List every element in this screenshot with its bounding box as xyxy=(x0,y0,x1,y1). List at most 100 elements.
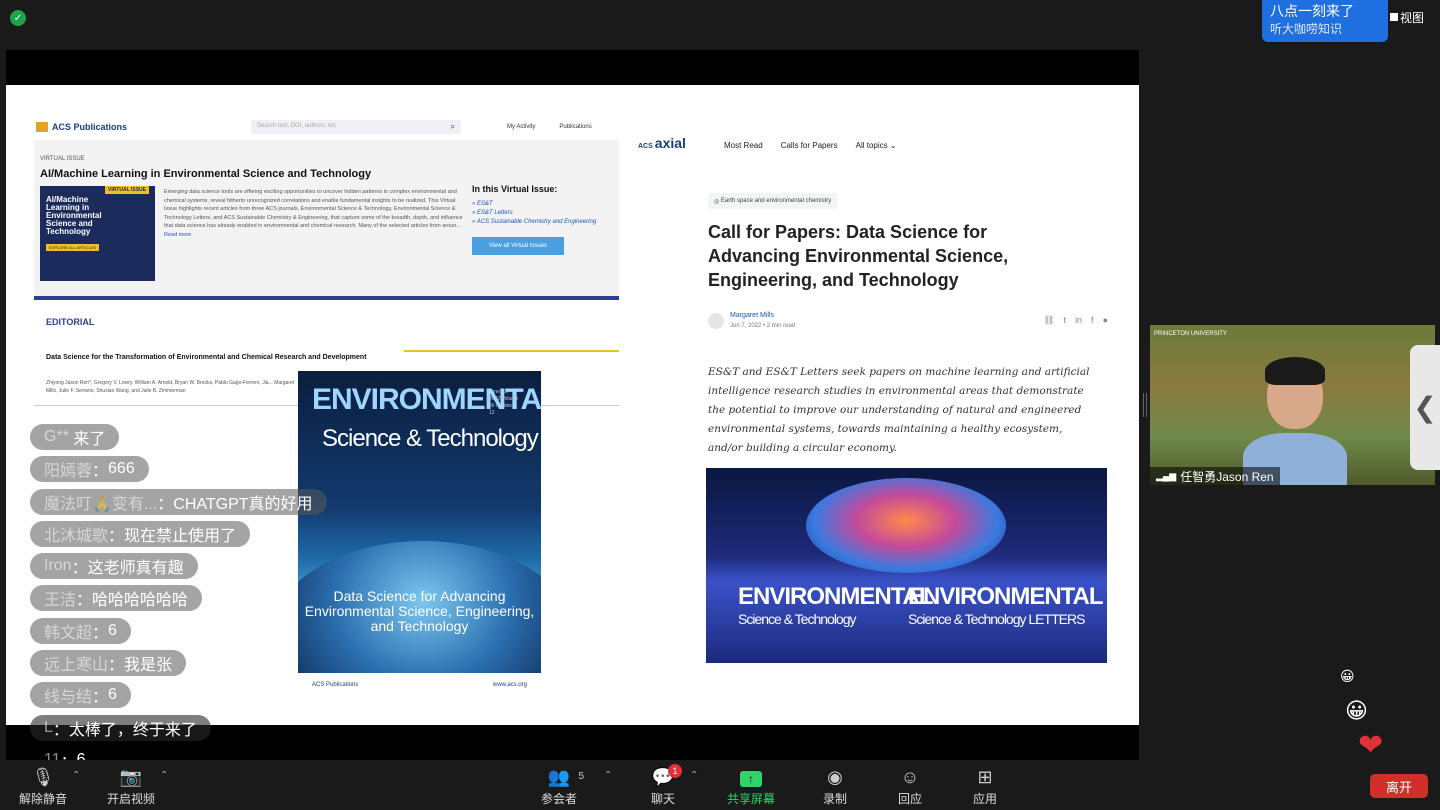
video-watermark: PRINCETON UNIVERSITY xyxy=(1154,331,1227,337)
speaker-video-tile[interactable]: PRINCETON UNIVERSITY ▂▄▆ 任智勇Jason Ren xyxy=(1150,325,1435,485)
reactions-button[interactable]: ☺ 回应 xyxy=(875,766,945,807)
vi-link-est: » ES&T xyxy=(472,201,493,207)
view-button[interactable]: 视图 xyxy=(1390,8,1434,26)
acs-hexagon-icon xyxy=(36,122,48,133)
audio-options-caret[interactable]: ⌃ xyxy=(72,770,80,781)
participants-icon: 👥 5 xyxy=(547,767,584,787)
vi-cover-badge: VIRTUAL ISSUE xyxy=(105,186,149,194)
chat-message: L：太棒了，终于来了 xyxy=(30,714,211,741)
chevron-left-icon: ❮ xyxy=(1413,392,1437,423)
emoji-reaction: 😀 xyxy=(1340,668,1355,684)
vi-kicker: VIRTUAL ISSUE xyxy=(40,156,85,162)
emoji-reaction: 😀 xyxy=(1345,698,1368,723)
chat-message: 魔法叮🙏变有...： CHATGPT真的好用 xyxy=(30,488,327,515)
resize-handle[interactable] xyxy=(1143,393,1147,417)
reddit-icon: ● xyxy=(1102,315,1108,325)
search-icon: ⌕ xyxy=(450,122,456,131)
brain-illustration xyxy=(806,478,1006,573)
view-all-virtual-issues-button: View all Virtual Issues xyxy=(472,237,564,255)
vi-side-heading: In this Virtual Issue: xyxy=(472,184,558,194)
read-more-link: Read more xyxy=(164,231,192,238)
chat-message: 远上寒山：我是张 xyxy=(30,650,187,677)
nav-most-read: Most Read xyxy=(724,141,763,150)
banner-est-logo: ENVIRONMENTAL Science & Technology xyxy=(738,583,934,628)
author-avatar xyxy=(708,313,724,329)
divider xyxy=(404,350,619,352)
camera-off-icon: 📷 xyxy=(119,767,143,787)
participants-options-caret[interactable]: ⌃ xyxy=(604,770,612,781)
apps-button[interactable]: ⊞ 应用 xyxy=(950,766,1020,807)
microphone-muted-icon: 🎙 xyxy=(31,767,55,787)
vi-title: AI/Machine Learning in Environmental Sci… xyxy=(40,168,372,180)
chat-message: 北沐城歌：现在禁止使用了 xyxy=(30,520,251,547)
acs-nav-publications: Publications xyxy=(559,124,592,130)
video-options-caret[interactable]: ⌃ xyxy=(160,770,168,781)
share-icons: ⛓ t in f ● xyxy=(1043,315,1108,326)
leave-button[interactable]: 离开 xyxy=(1370,774,1428,798)
grid-view-icon xyxy=(1390,13,1398,21)
chat-bubble-icon: 💬 1 xyxy=(628,764,698,788)
vi-link-est-letters: » ES&T Letters xyxy=(472,210,513,216)
record-icon: ◉ xyxy=(827,767,843,787)
meeting-banner: 八点一刻来了 听大咖唠知识 xyxy=(1262,0,1388,42)
chat-options-caret[interactable]: ⌃ xyxy=(690,770,698,781)
shield-check-icon[interactable]: ✓ xyxy=(10,10,26,26)
article-body: ES&T and ES&T Letters seek papers on mac… xyxy=(708,366,1090,454)
view-label: 视图 xyxy=(1400,10,1425,25)
editorial-label: EDITORIAL xyxy=(46,317,95,327)
heart-reaction-icon: ❤ xyxy=(1358,729,1384,762)
article-authors: Zhiyong Jason Ren*, Gregory V. Lowry, Wi… xyxy=(46,380,295,394)
nav-calls-for-papers: Calls for Papers xyxy=(780,141,838,150)
topic-chip: ◎ Earth space and environmental chemistr… xyxy=(708,193,838,209)
chat-button[interactable]: 💬 1 聊天 xyxy=(628,764,698,807)
axial-logo: ACS axial xyxy=(638,135,686,151)
banner-estl-logo: ENVIRONMENTAL Science & Technology LETTER… xyxy=(908,583,1104,628)
acs-nav-activity: My Activity xyxy=(507,124,536,130)
vi-cover-title: AI/Machine Learning in Environmental Sci… xyxy=(46,195,102,236)
nav-all-topics: All topics ⌄ xyxy=(855,141,897,150)
vi-description: Emerging data science tools are offering… xyxy=(164,189,463,238)
acs-logo: ACS Publications xyxy=(36,122,127,133)
link-icon: ⛓ xyxy=(1043,315,1055,325)
apps-icon: ⊞ xyxy=(977,767,993,787)
vi-link-acs-sustainable: » ACS Sustainable Chemistry and Engineer… xyxy=(472,219,597,225)
participants-button[interactable]: 👥 5 参会者 xyxy=(524,766,594,807)
acs-search-input: Search text, DOI, authors, etc. ⌕ xyxy=(251,120,462,134)
chat-message: 线与结： 6 xyxy=(30,682,131,709)
chat-message: Iron：这老师真有趣 xyxy=(30,553,198,580)
record-button[interactable]: ◉ 录制 xyxy=(800,766,870,807)
vi-sidebar: In this Virtual Issue: » ES&T » ES&T Let… xyxy=(472,184,612,255)
signal-bars-icon: ▂▄▆ xyxy=(1156,470,1177,481)
chat-badge: 1 xyxy=(668,764,682,778)
chat-overlay: G** 来了 阳嫣蓉： 666 魔法叮🙏变有...： CHATGPT真的好用 北沐城… xyxy=(30,424,360,810)
acs-header: ACS Publications Search text, DOI, autho… xyxy=(36,113,621,141)
chat-message: 王洁：哈哈哈哈哈哈 xyxy=(30,585,203,612)
cover-footer-url: www.acs.org xyxy=(492,682,527,688)
vi-cover-image: VIRTUAL ISSUE AI/Machine Learning in Env… xyxy=(40,186,155,281)
facebook-icon: f xyxy=(1091,315,1094,325)
banner-line-1: 八点一刻来了 xyxy=(1270,3,1354,19)
chat-message: 韩文超： 6 xyxy=(30,617,131,644)
collapse-panel-button[interactable]: ❮ xyxy=(1410,345,1440,470)
smiley-add-icon: ☺ xyxy=(900,767,920,787)
author-row: Margaret Mills Jun 7, 2022 • 2 min read … xyxy=(708,309,1108,335)
journals-banner-image: ENVIRONMENTAL Science & Technology ENVIRO… xyxy=(706,468,1107,663)
start-video-button[interactable]: 📷 开启视频 xyxy=(96,766,166,807)
banner-line-2: 听大咖唠知识 xyxy=(1270,22,1343,36)
meeting-toolbar: 🎙 解除静音 ⌃ 📷 开启视频 ⌃ 👥 5 参会者 ⌃ 💬 1 聊天 ⌃ ↑ 共享屏… xyxy=(0,760,1440,810)
author-name: Margaret Mills xyxy=(730,312,774,319)
publish-date: Jun 7, 2022 • 2 min read xyxy=(730,323,796,329)
speaker-name: 任智勇Jason Ren xyxy=(1180,469,1274,484)
share-screen-button[interactable]: ↑ 共享屏幕 xyxy=(716,766,786,807)
cover-issue-info: June 21, 2022 Volume 56 Number 12 xyxy=(489,389,519,416)
chat-message: G** 来了 xyxy=(30,424,120,450)
speaker-nameplate: ▂▄▆ 任智勇Jason Ren xyxy=(1150,467,1280,485)
unmute-button[interactable]: 🎙 解除静音 xyxy=(8,766,78,807)
axial-nav: Most Read Calls for Papers All topics ⌄ xyxy=(724,141,897,150)
share-screen-icon: ↑ xyxy=(716,766,786,788)
article-title: Data Science for the Transformation of E… xyxy=(46,354,367,361)
virtual-issue-panel: VIRTUAL ISSUE AI/Machine Learning in Env… xyxy=(34,140,619,300)
vi-cover-cta: EXPLORE ALL ARTICLES xyxy=(46,244,100,251)
linkedin-icon: in xyxy=(1075,315,1083,325)
article-headline: Call for Papers: Data Science for Advanc… xyxy=(708,222,1009,290)
